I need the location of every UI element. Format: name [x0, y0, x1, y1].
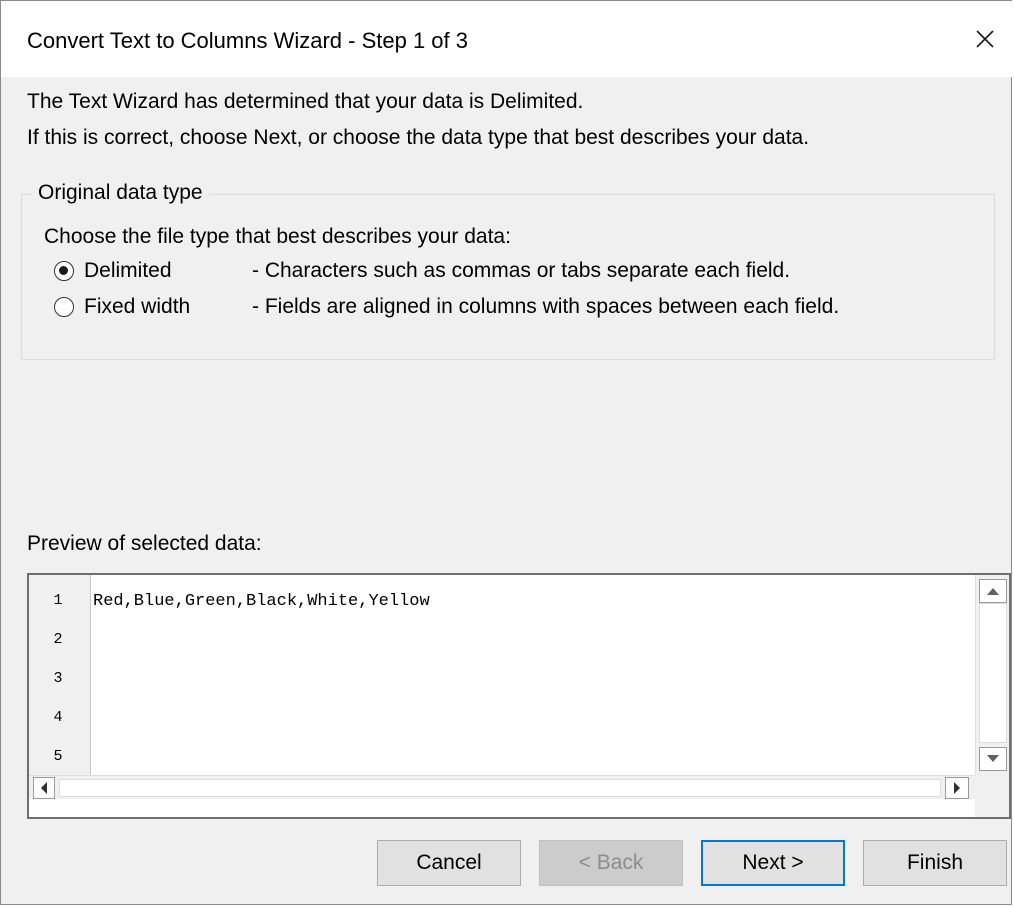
line-number: 1	[53, 592, 63, 609]
title-bar: Convert Text to Columns Wizard - Step 1 …	[1, 1, 1013, 77]
close-button[interactable]	[957, 9, 1013, 69]
fixed-width-radio-button[interactable]	[54, 297, 74, 317]
horizontal-scroll-track[interactable]	[59, 779, 941, 797]
delimited-description: - Characters such as commas or tabs sepa…	[252, 259, 791, 282]
preview-label: Preview of selected data:	[27, 532, 262, 555]
original-data-type-legend: Original data type	[32, 180, 209, 206]
preview-data-line: Red,Blue,Green,Black,White,Yellow	[93, 592, 430, 611]
delimited-radio-button[interactable]	[54, 261, 74, 281]
radio-selected-dot	[59, 266, 68, 275]
triangle-up-icon	[987, 588, 999, 595]
line-number: 5	[53, 748, 63, 765]
triangle-right-icon	[954, 782, 960, 794]
back-button[interactable]: < Back	[539, 840, 683, 886]
delimited-radio-option[interactable]: Delimited - Characters such as commas or…	[54, 258, 974, 286]
vertical-scrollbar[interactable]	[975, 575, 1009, 775]
data-preview-pane[interactable]: 1 2 3 4 5 Red,Blue,Green,Black,White,Yel…	[27, 573, 1011, 819]
delimited-radio-label[interactable]: Delimited	[84, 258, 172, 284]
original-data-type-group: Original data type Choose the file type …	[21, 180, 995, 360]
cancel-button[interactable]: Cancel	[377, 840, 521, 886]
file-type-instruction: Choose the file type that best describes…	[44, 225, 511, 248]
wizard-determination-text: The Text Wizard has determined that your…	[27, 90, 584, 113]
fixed-width-radio-option[interactable]: Fixed width - Fields are aligned in colu…	[54, 294, 974, 322]
line-number: 4	[53, 709, 63, 726]
scroll-up-button[interactable]	[979, 579, 1007, 603]
scroll-left-button[interactable]	[33, 777, 55, 799]
line-number: 3	[53, 670, 63, 687]
line-number: 2	[53, 631, 63, 648]
fixed-width-radio-label[interactable]: Fixed width	[84, 294, 190, 320]
window-title: Convert Text to Columns Wizard - Step 1 …	[27, 28, 468, 53]
line-number-gutter: 1 2 3 4 5	[29, 575, 91, 775]
vertical-scroll-track[interactable]	[979, 603, 1007, 743]
scroll-down-button[interactable]	[979, 747, 1007, 771]
wizard-instruction-text: If this is correct, choose Next, or choo…	[27, 126, 810, 149]
scrollbar-corner	[975, 775, 1009, 817]
finish-button[interactable]: Finish	[863, 840, 1007, 886]
next-button[interactable]: Next >	[701, 840, 845, 886]
horizontal-scrollbar[interactable]	[29, 775, 975, 799]
close-icon	[976, 30, 994, 48]
fixed-width-description: - Fields are aligned in columns with spa…	[252, 295, 840, 318]
triangle-down-icon	[987, 755, 999, 762]
scroll-right-button[interactable]	[945, 777, 969, 799]
triangle-left-icon	[41, 782, 47, 794]
convert-text-to-columns-dialog: Convert Text to Columns Wizard - Step 1 …	[0, 0, 1013, 905]
